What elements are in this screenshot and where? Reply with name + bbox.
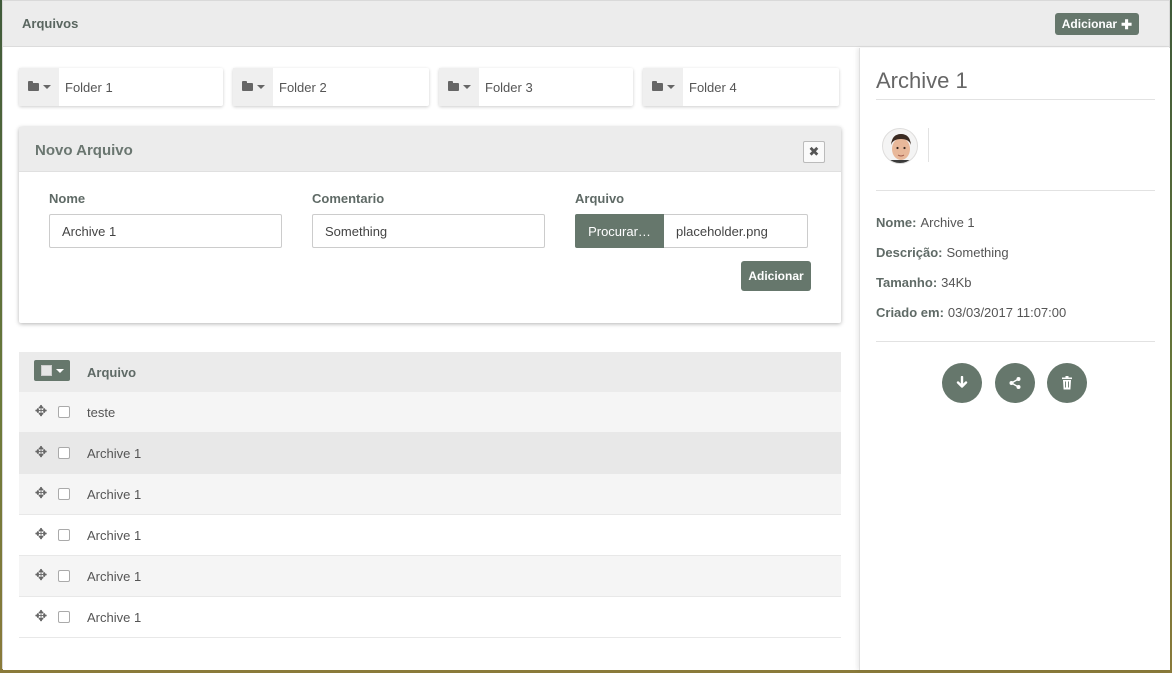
- folder-dropdown[interactable]: [439, 68, 479, 106]
- row-name: Archive 1: [87, 528, 142, 543]
- comment-label: Comentario: [312, 191, 385, 206]
- divider: [876, 99, 1155, 100]
- info-description: Descrição: Something: [876, 245, 1009, 260]
- files-table: Arquivo ✥ teste ✥ Archive 1 ✥ Archive 1 …: [19, 352, 841, 638]
- caret-down-icon: [666, 85, 675, 89]
- share-icon: [1009, 377, 1021, 389]
- table-row[interactable]: ✥ Archive 1: [19, 515, 841, 556]
- move-icon[interactable]: ✥: [33, 445, 49, 461]
- folder-dropdown[interactable]: [19, 68, 59, 106]
- row-checkbox[interactable]: [58, 447, 70, 459]
- caret-down-icon: [55, 368, 64, 373]
- caret-down-icon: [256, 85, 265, 89]
- folder-dropdown[interactable]: [643, 68, 683, 106]
- delete-button[interactable]: [1047, 363, 1087, 403]
- file-picker: Procurar… placeholder.png: [575, 214, 808, 248]
- folder-1[interactable]: Folder 1: [19, 68, 223, 106]
- info-size-label: Tamanho:: [876, 275, 938, 290]
- info-created-value: 03/03/2017 11:07:00: [947, 305, 1067, 320]
- row-name: teste: [87, 405, 116, 420]
- move-icon[interactable]: ✥: [33, 404, 49, 420]
- info-desc-label: Descrição:: [876, 245, 943, 260]
- caret-down-icon: [462, 85, 471, 89]
- folder-dropdown[interactable]: [233, 68, 273, 106]
- info-name: Nome: Archive 1: [876, 215, 975, 230]
- avatar-image: [883, 129, 917, 163]
- row-name: Archive 1: [87, 487, 142, 502]
- add-button-label: Adicionar: [1061, 17, 1118, 31]
- name-label: Nome: [49, 191, 86, 206]
- folder-icon: [447, 81, 459, 91]
- row-checkbox[interactable]: [58, 529, 70, 541]
- detail-panel: Archive 1 Nome: Archive 1 Descrição: Somet…: [859, 48, 1170, 670]
- comment-field-group: Comentario: [312, 191, 545, 248]
- panel-header: Novo Arquivo ✖: [19, 127, 841, 172]
- trash-icon: [1062, 376, 1072, 390]
- row-checkbox[interactable]: [58, 611, 70, 623]
- info-created: Criado em: 03/03/2017 11:07:00: [876, 305, 1066, 320]
- move-icon[interactable]: ✥: [33, 486, 49, 502]
- name-input[interactable]: [49, 214, 282, 248]
- table-row[interactable]: ✥ Archive 1: [19, 597, 841, 638]
- comment-input[interactable]: [312, 214, 545, 248]
- submit-button[interactable]: Adicionar: [741, 261, 811, 291]
- plus-icon: ✚: [1121, 16, 1132, 32]
- info-size-value: 34Kb: [941, 275, 972, 290]
- move-icon[interactable]: ✥: [33, 568, 49, 584]
- divider: [876, 190, 1155, 191]
- checkbox-icon: [40, 365, 52, 376]
- folder-icon: [27, 81, 39, 91]
- table-row[interactable]: ✥ Archive 1: [19, 474, 841, 515]
- table-header: Arquivo: [19, 352, 841, 392]
- divider: [876, 341, 1155, 342]
- page-title: Arquivos: [22, 16, 79, 31]
- move-icon[interactable]: ✥: [33, 609, 49, 625]
- table-row[interactable]: ✥ Archive 1: [19, 556, 841, 597]
- name-field-group: Nome: [49, 191, 282, 248]
- column-header-arquivo: Arquivo: [87, 365, 137, 380]
- info-created-label: Criado em:: [876, 305, 944, 320]
- select-all-dropdown[interactable]: [34, 360, 70, 381]
- info-name-label: Nome:: [876, 215, 917, 230]
- row-name: Archive 1: [87, 446, 142, 461]
- table-row[interactable]: ✥ teste: [19, 392, 841, 433]
- row-checkbox[interactable]: [58, 406, 70, 418]
- vertical-divider: [928, 128, 929, 162]
- row-name: Archive 1: [87, 610, 142, 625]
- folder-2[interactable]: Folder 2: [233, 68, 429, 106]
- folder-name: Folder 3: [485, 79, 533, 95]
- folder-3[interactable]: Folder 3: [439, 68, 633, 106]
- app-window: Arquivos Adicionar ✚ Folder 1 Folder 2 F…: [2, 0, 1170, 670]
- info-desc-value: Something: [946, 245, 1009, 260]
- download-button[interactable]: [942, 363, 982, 403]
- new-file-panel: Novo Arquivo ✖ Nome Comentario Arquivo P…: [19, 127, 841, 323]
- folder-4[interactable]: Folder 4: [643, 68, 839, 106]
- detail-title: Archive 1: [876, 68, 968, 93]
- close-icon[interactable]: ✖: [803, 141, 825, 163]
- move-icon[interactable]: ✥: [33, 527, 49, 543]
- info-name-value: Archive 1: [920, 215, 975, 230]
- caret-down-icon: [42, 85, 51, 89]
- file-field-group: Arquivo Procurar… placeholder.png: [575, 191, 808, 248]
- browse-button[interactable]: Procurar…: [575, 214, 664, 248]
- folder-name: Folder 4: [689, 79, 737, 95]
- folder-icon: [241, 81, 253, 91]
- table-row[interactable]: ✥ Archive 1: [19, 433, 841, 474]
- folder-name: Folder 2: [279, 79, 327, 95]
- main-area: Folder 1 Folder 2 Folder 3 Folder 4 Novo…: [3, 48, 859, 670]
- info-size: Tamanho: 34Kb: [876, 275, 972, 290]
- avatar: [882, 128, 918, 164]
- row-name: Archive 1: [87, 569, 142, 584]
- row-checkbox[interactable]: [58, 488, 70, 500]
- folder-name: Folder 1: [65, 79, 113, 95]
- add-button[interactable]: Adicionar ✚: [1054, 13, 1139, 35]
- panel-title: Novo Arquivo: [35, 142, 133, 159]
- folder-icon: [651, 81, 663, 91]
- top-bar: Arquivos Adicionar ✚: [3, 1, 1169, 47]
- share-button[interactable]: [995, 363, 1035, 403]
- file-name-field[interactable]: placeholder.png: [664, 214, 808, 248]
- file-label: Arquivo: [575, 191, 625, 206]
- row-checkbox[interactable]: [58, 570, 70, 582]
- download-icon: [956, 376, 968, 388]
